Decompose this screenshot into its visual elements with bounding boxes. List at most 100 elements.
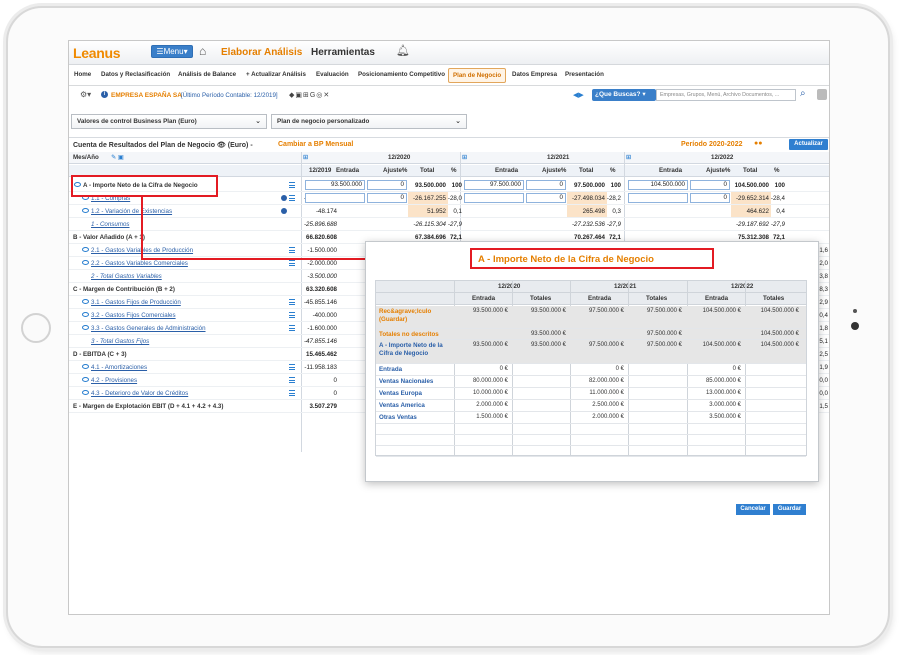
list-icon[interactable] bbox=[289, 325, 295, 331]
tab-3[interactable]: Análisis de Balance bbox=[178, 71, 236, 78]
value-2019: 63.320.608 bbox=[306, 286, 337, 293]
ajuste-input[interactable]: 0 bbox=[367, 193, 407, 203]
home-icon[interactable]: ⌂ bbox=[199, 44, 206, 58]
top-bar: Leanus ☰Menu▾ ⌂ Elaborar Análisis Herram… bbox=[69, 41, 829, 65]
list-icon[interactable] bbox=[289, 247, 295, 253]
modal-value: 3.000.000 € bbox=[709, 402, 741, 408]
row-label[interactable]: 2.2 - Gastos Variables Comerciales bbox=[91, 260, 188, 267]
eye-icon[interactable] bbox=[82, 247, 89, 252]
list-icon[interactable] bbox=[289, 299, 295, 305]
nav-elaborar-analisis[interactable]: Elaborar Análisis bbox=[221, 47, 302, 58]
eye-icon[interactable] bbox=[82, 299, 89, 304]
list-icon[interactable] bbox=[289, 390, 295, 396]
tab-2[interactable]: Datos y Reclasificación bbox=[101, 71, 170, 78]
expand-icon[interactable]: ⊞ bbox=[462, 154, 467, 161]
info-icon[interactable]: i bbox=[101, 91, 108, 98]
modal-value: 2.500.000 € bbox=[592, 402, 624, 408]
entrada-input[interactable] bbox=[628, 193, 688, 203]
search-icon[interactable]: ⌕ bbox=[800, 88, 806, 99]
expand-icon[interactable]: ⊞ bbox=[626, 154, 631, 161]
periodo-nav-icons[interactable]: ●● bbox=[754, 140, 762, 147]
row-label: D - EBITDA (C + 3) bbox=[73, 351, 127, 358]
percent-value: 100 bbox=[774, 182, 785, 189]
list-icon[interactable] bbox=[289, 260, 295, 266]
row-label[interactable]: 4.3 - Deterioro de Valor de Créditos bbox=[91, 390, 188, 397]
page-title: Cuenta de Resultados del Plan de Negocio… bbox=[73, 142, 253, 149]
list-icon[interactable] bbox=[289, 182, 295, 188]
modal-value: 93.500.000 € bbox=[530, 308, 566, 314]
tab-7[interactable]: Plan de Negocio bbox=[448, 68, 507, 83]
search-dropdown[interactable]: ¿Que Buscas? ▾ bbox=[592, 89, 656, 101]
list-icon[interactable] bbox=[289, 377, 295, 383]
tab-9[interactable]: Presentación bbox=[565, 71, 604, 78]
modal-year-header: 12/2022 bbox=[731, 283, 754, 290]
ajuste-input[interactable]: 0 bbox=[367, 180, 407, 190]
search-input[interactable]: Empresas, Grupos, Menú, Archivo Document… bbox=[656, 89, 796, 101]
info-icon[interactable] bbox=[281, 208, 287, 214]
tab-8[interactable]: Datos Empresa bbox=[512, 71, 557, 78]
logo: Leanus bbox=[73, 45, 121, 61]
list-icon[interactable] bbox=[289, 195, 295, 201]
entrada-input[interactable]: 93.500.000 bbox=[305, 180, 365, 190]
list-icon[interactable] bbox=[289, 364, 295, 370]
actualizar-button[interactable]: Actualizar bbox=[789, 139, 828, 150]
plan-negocio-select[interactable]: Plan de negocio personalizado ⌄ bbox=[271, 114, 467, 129]
company-name[interactable]: EMPRESA ESPAÑA SA bbox=[111, 92, 182, 99]
edit-icon[interactable]: ✎ ▣ bbox=[111, 154, 124, 161]
eye-icon[interactable] bbox=[82, 208, 89, 213]
modal-value: 97.500.000 € bbox=[646, 308, 682, 314]
row-label[interactable]: 4.2 - Provisiones bbox=[91, 377, 137, 384]
row-label[interactable]: 3 - Total Gastos Fijos bbox=[91, 338, 149, 345]
tab-1[interactable]: Home bbox=[74, 71, 91, 78]
entrada-input[interactable] bbox=[305, 193, 365, 203]
modal-title-box: A - Importe Neto de la Cifra de Negocio bbox=[470, 248, 714, 269]
valores-control-select[interactable]: Valores de control Business Plan (Euro) … bbox=[71, 114, 267, 129]
value-2019: -1.600.000 bbox=[307, 325, 337, 332]
eye-icon[interactable] bbox=[82, 260, 89, 265]
tab-5[interactable]: Evaluación bbox=[316, 71, 349, 78]
eye-icon[interactable] bbox=[82, 377, 89, 382]
eye-icon[interactable] bbox=[82, 312, 89, 317]
sub-header: Entrada bbox=[495, 167, 519, 174]
expand-icon[interactable]: ⊞ bbox=[303, 154, 308, 161]
cancel-button[interactable]: Cancelar bbox=[736, 504, 770, 515]
row-label[interactable]: 1 - Consumos bbox=[91, 221, 130, 228]
modal-row-label: Entrada bbox=[379, 366, 403, 373]
percent-value: 100 bbox=[610, 182, 621, 189]
eye-icon[interactable] bbox=[82, 390, 89, 395]
toolbar-icons[interactable]: ◆▣⊞G◎✕ bbox=[289, 91, 330, 99]
gear-icon[interactable]: ⚙▾ bbox=[80, 90, 91, 99]
row-label[interactable]: 4.1 - Amortizaciones bbox=[91, 364, 147, 371]
menu-button[interactable]: ☰Menu▾ bbox=[151, 45, 193, 58]
ajuste-input[interactable]: 0 bbox=[690, 180, 730, 190]
row-label[interactable]: 2 - Total Gastos Variables bbox=[91, 273, 162, 280]
tab-4[interactable]: + Actualizar Análisis bbox=[246, 71, 306, 78]
ajuste-input[interactable]: 0 bbox=[526, 180, 566, 190]
row-label[interactable]: 3.2 - Gastos Fijos Comerciales bbox=[91, 312, 176, 319]
value-2019: 3.507.279 bbox=[309, 403, 337, 410]
bell-icon[interactable]: 🔔︎ bbox=[396, 44, 410, 57]
modal-value: 3.500.000 € bbox=[709, 414, 741, 420]
lock-icon[interactable] bbox=[817, 89, 827, 100]
nav-herramientas[interactable]: Herramientas bbox=[311, 47, 375, 58]
row-label[interactable]: 1.2 - Variación de Existencias bbox=[91, 208, 172, 215]
list-icon[interactable] bbox=[289, 312, 295, 318]
save-button[interactable]: Guardar bbox=[773, 504, 806, 515]
row-label[interactable]: 3.1 - Gastos Fijos de Producción bbox=[91, 299, 181, 306]
entrada-input[interactable]: 104.500.000 bbox=[628, 180, 688, 190]
percent-value: -28,0 bbox=[447, 195, 462, 202]
nav-arrows-icon[interactable]: ◀▶ bbox=[573, 91, 584, 99]
eye-icon[interactable] bbox=[82, 364, 89, 369]
table-row: 1.2 - Variación de Existencias -48.174 51.… bbox=[69, 205, 829, 218]
eye-icon[interactable] bbox=[82, 325, 89, 330]
cambiar-bp-mensual-link[interactable]: Cambiar a BP Mensual bbox=[278, 141, 353, 148]
ajuste-input[interactable]: 0 bbox=[526, 193, 566, 203]
ajuste-input[interactable]: 0 bbox=[690, 193, 730, 203]
tab-6[interactable]: Posicionamiento Competitivo bbox=[358, 71, 445, 78]
entrada-input[interactable]: 97.500.000 bbox=[464, 180, 524, 190]
info-icon[interactable] bbox=[281, 195, 287, 201]
entrada-input[interactable] bbox=[464, 193, 524, 203]
modal-value: 11.000.000 € bbox=[589, 390, 624, 396]
modal-empty-row bbox=[376, 424, 806, 435]
row-label[interactable]: 3.3 - Gastos Generales de Administración bbox=[91, 325, 206, 332]
